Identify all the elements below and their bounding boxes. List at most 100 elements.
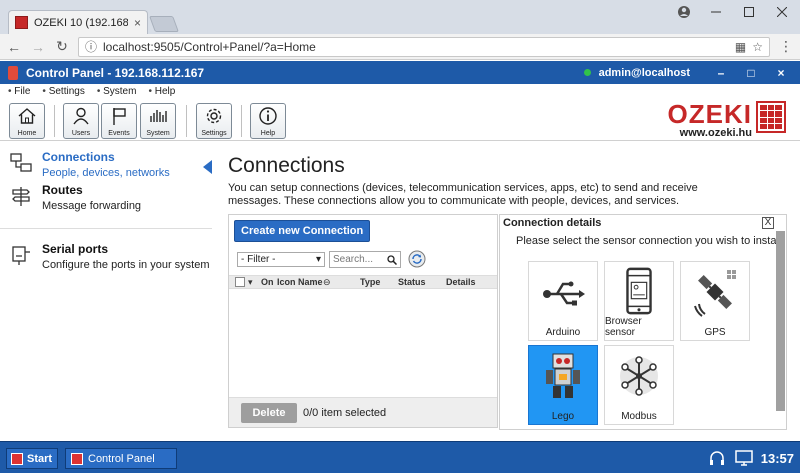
details-title: Connection details [503, 217, 602, 229]
sidebar-item-connections[interactable]: Connections People, devices, networks [0, 150, 218, 179]
tab-title: OZEKI 10 (192.168.112.16... [34, 16, 128, 29]
user-name[interactable]: admin@localhost [599, 67, 690, 79]
sidebar-item-label: Routes [42, 183, 83, 197]
taskbar-item-label: Control Panel [88, 452, 155, 465]
sensor-label: Browser sensor [605, 316, 642, 338]
column-header-icon[interactable]: Icon [277, 277, 296, 287]
page-description: You can setup connections (devices, tele… [228, 182, 698, 207]
select-dropdown-icon[interactable]: ▾ [248, 277, 253, 288]
taskbar: Start Control Panel 13:57 [0, 441, 800, 473]
sidebar: Connections People, devices, networks Ro… [0, 142, 218, 440]
system-label: System [146, 130, 170, 137]
app-minimize-button[interactable]: – [710, 66, 732, 80]
sidebar-item-serial-ports[interactable]: Serial ports Configure the ports in your… [0, 242, 218, 271]
forward-arrow-icon[interactable]: → [30, 39, 46, 55]
search-icon[interactable] [387, 254, 397, 265]
serial-port-icon [12, 246, 30, 265]
start-label: Start [27, 452, 53, 465]
sidebar-item-routes[interactable]: Routes Message forwarding [0, 183, 218, 212]
info-circle-icon[interactable]: ⓘ [85, 38, 97, 55]
sidebar-item-sublabel: People, devices, networks [42, 167, 170, 179]
usb-icon [543, 281, 585, 306]
ozeki-logo-word: OZEKI [667, 99, 752, 129]
column-header-status[interactable]: Status [398, 277, 426, 287]
sensor-card-modbus[interactable]: Modbus [604, 345, 674, 425]
table-header: ▾ On Icon Name ⊖ Type Status Details [229, 275, 497, 289]
sensor-card-browser-sensor[interactable]: Browser sensor [604, 261, 674, 341]
translate-icon[interactable]: ▦ [735, 40, 746, 54]
refresh-icon[interactable] [408, 250, 426, 268]
app-logo-icon [8, 65, 18, 80]
window-close-icon[interactable] [766, 0, 798, 24]
sensor-card-gps[interactable]: GPS [680, 261, 750, 341]
filter-value: - Filter - [241, 254, 276, 265]
sidebar-divider [0, 228, 212, 229]
filter-select[interactable]: - Filter - ▾ [237, 252, 325, 267]
menu-bar: File Settings System Help [0, 84, 800, 99]
headset-icon[interactable] [708, 450, 726, 466]
sort-icon[interactable]: ⊖ [323, 277, 331, 288]
app-maximize-button[interactable]: □ [740, 66, 762, 80]
tab-close-icon[interactable]: × [134, 16, 141, 30]
taskbar-item-control-panel[interactable]: Control Panel [65, 448, 177, 469]
menu-help[interactable]: Help [148, 86, 176, 97]
lego-robot-icon [546, 353, 580, 398]
network-computers-icon [10, 153, 32, 172]
settings-button[interactable]: Settings [196, 103, 232, 139]
select-all-checkbox[interactable] [235, 277, 245, 287]
users-label: Users [71, 130, 91, 137]
column-header-on[interactable]: On [261, 277, 274, 287]
help-button[interactable]: Help [250, 103, 286, 139]
window-minimize-icon[interactable] [700, 0, 732, 24]
profile-icon[interactable] [668, 0, 700, 24]
column-header-details[interactable]: Details [446, 277, 476, 287]
sensor-card-arduino[interactable]: Arduino [528, 261, 598, 341]
info-icon [259, 107, 277, 125]
page-title: Connections [228, 154, 345, 177]
menu-settings[interactable]: Settings [42, 86, 85, 97]
sidebar-item-label: Connections [42, 150, 115, 164]
search-input[interactable]: Search... [329, 251, 401, 268]
menu-dots-icon[interactable]: ⋮ [778, 38, 794, 55]
delete-button[interactable]: Delete [241, 403, 297, 423]
flag-icon [113, 108, 126, 125]
details-close-button[interactable]: X [762, 217, 774, 229]
monitor-icon[interactable] [735, 450, 753, 466]
network-hub-icon [620, 356, 658, 396]
sidebar-item-sublabel: Configure the ports in your system [42, 259, 210, 271]
bars-icon [150, 110, 167, 122]
panel-footer: Delete 0/0 item selected [229, 397, 497, 427]
column-header-name[interactable]: Name [298, 277, 323, 287]
url-bar[interactable]: ⓘ localhost:9505/Control+Panel/?a=Home ▦… [78, 36, 770, 57]
url-text[interactable]: localhost:9505/Control+Panel/?a=Home [103, 40, 729, 54]
sensor-card-lego[interactable]: Lego [528, 345, 598, 425]
settings-label: Settings [201, 130, 227, 137]
ozeki-favicon-icon [15, 16, 28, 29]
ozeki-logo-url: www.ozeki.hu [679, 127, 752, 139]
details-instruction: Please select the sensor connection you … [516, 235, 785, 247]
home-label: Home [17, 130, 37, 137]
control-panel-icon [71, 452, 83, 465]
events-button[interactable]: Events [101, 103, 137, 139]
browser-tab[interactable]: OZEKI 10 (192.168.112.16... × [8, 10, 148, 34]
create-connection-button[interactable]: Create new Connection [234, 220, 371, 242]
app-titlebar: Control Panel - 192.168.112.167 admin@lo… [0, 61, 800, 84]
new-tab-button[interactable] [149, 16, 179, 32]
column-header-type[interactable]: Type [360, 277, 380, 287]
users-button[interactable]: Users [63, 103, 99, 139]
window-restore-icon[interactable] [733, 0, 765, 24]
details-scrollbar[interactable] [776, 231, 785, 411]
main-content: Connections You can setup connections (d… [218, 142, 800, 440]
menu-file[interactable]: File [8, 86, 30, 97]
back-arrow-icon[interactable]: ← [6, 39, 22, 55]
bookmark-star-icon[interactable]: ☆ [752, 40, 763, 54]
start-button[interactable]: Start [6, 448, 58, 469]
system-button[interactable]: System [140, 103, 176, 139]
app-close-button[interactable]: × [770, 66, 792, 80]
sensor-label: Arduino [545, 327, 581, 338]
user-icon [73, 107, 89, 125]
home-button[interactable]: Home [9, 103, 45, 139]
satellite-icon [694, 270, 736, 317]
menu-system[interactable]: System [97, 86, 136, 97]
reload-icon[interactable]: ↻ [54, 38, 70, 55]
